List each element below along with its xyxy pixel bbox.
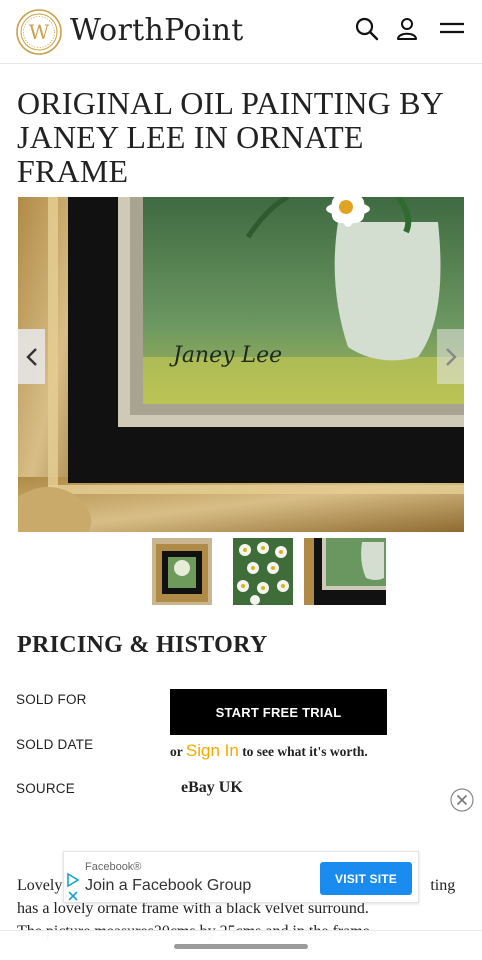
description-line-1-start: Lovely (17, 877, 63, 894)
signin-prompt: or Sign In to see what it's worth. (170, 741, 368, 761)
painting-signature: Janey Lee (169, 343, 282, 368)
ad-source: Facebook® (85, 861, 142, 873)
signin-prefix: or (170, 744, 183, 759)
thumbnail-3[interactable] (304, 538, 386, 605)
source-label: SOURCE (16, 781, 75, 796)
chevron-left-icon (25, 347, 37, 366)
site-header: W WorthPoint (0, 0, 482, 64)
carousel-next-button[interactable] (437, 329, 464, 384)
source-value: eBay UK (181, 779, 243, 796)
main-item-image[interactable]: Janey Lee (18, 197, 464, 532)
gesture-handle[interactable] (174, 944, 308, 949)
sold-for-label: SOLD FOR (16, 692, 87, 707)
facebook-ad-banner[interactable]: Facebook® Join a Facebook Group VISIT SI… (63, 851, 419, 903)
start-free-trial-button[interactable]: START FREE TRIAL (170, 689, 387, 735)
thumbnail-2[interactable] (233, 538, 293, 605)
item-title: ORIGINAL OIL PAINTING BY JANEY LEE IN OR… (17, 85, 443, 189)
logo-letter: W (29, 20, 50, 44)
thumbnail-1[interactable] (152, 538, 212, 605)
worthpoint-logo-icon[interactable]: W (16, 9, 62, 55)
pricing-history-heading: PRICING & HISTORY (17, 632, 268, 658)
sign-in-link[interactable]: Sign In (186, 741, 239, 760)
carousel-prev-button[interactable] (18, 329, 45, 384)
hamburger-menu-icon[interactable] (438, 16, 466, 42)
description-line-1-end: ting (430, 877, 456, 894)
user-icon[interactable] (394, 16, 420, 42)
chevron-right-icon (445, 347, 457, 366)
signin-suffix: to see what it's worth. (242, 744, 368, 759)
visit-site-button[interactable]: VISIT SITE (320, 862, 412, 895)
ad-headline[interactable]: Join a Facebook Group (85, 877, 251, 895)
sold-date-label: SOLD DATE (16, 737, 94, 752)
search-icon[interactable] (354, 16, 380, 42)
close-ad-icon[interactable] (450, 788, 474, 812)
ad-choices-icon[interactable] (66, 872, 80, 904)
brand-name[interactable]: WorthPoint (70, 13, 244, 48)
